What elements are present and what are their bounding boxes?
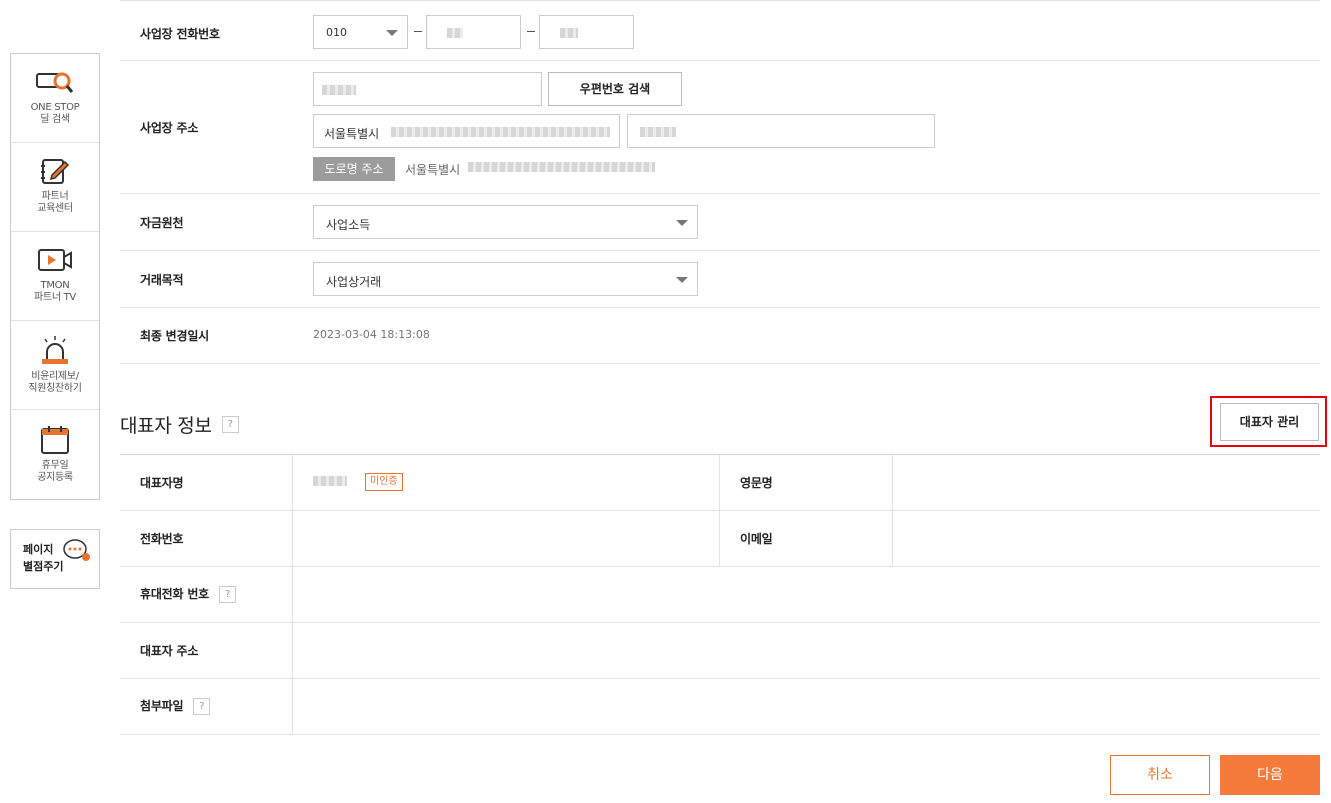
business-phone-label: 사업장 전화번호 [140,27,220,41]
representative-title-text: 대표자 정보 [120,415,212,437]
phone-middle-input[interactable] [426,15,521,49]
masked-value [322,85,356,95]
rep-phone-label: 전화번호 [140,532,184,546]
attachment-label-text: 첨부파일 [140,699,184,713]
phone-prefix-value: 010 [326,26,347,39]
trade-purpose-select[interactable]: 사업상거래 [313,262,698,296]
help-icon[interactable]: ? [193,698,211,715]
phone-separator [527,31,535,32]
chevron-down-icon [676,277,688,283]
quick-menu: ONE STOP 딜 검색 파트너 교육센터 TMON 파트너 TV 비윤리제보… [10,53,100,500]
quick-item-partner-tv[interactable]: TMON 파트너 TV [11,232,99,321]
address-city-text: 서울특별시 [324,127,380,141]
cancel-button[interactable]: 취소 [1110,755,1210,795]
chat-bubble-icon [63,539,90,561]
unverified-badge: 미인증 [365,473,403,491]
fund-source-value: 사업소득 [326,218,371,232]
zipcode-input[interactable] [313,72,542,106]
page-rating-button[interactable]: 페이지 별점주기 [10,529,100,589]
address-line2-input[interactable] [627,114,935,148]
last-updated-value: 2023-03-04 18:13:08 [313,328,430,341]
phone-last-input[interactable] [539,15,634,49]
zipcode-search-button[interactable]: 우편번호 검색 [548,72,682,106]
quick-item-label: 파트너 교육센터 [37,191,73,214]
last-updated-label: 최종 변경일시 [140,329,210,343]
column-divider [892,455,893,567]
road-address-tag: 도로명 주소 [313,157,395,181]
help-icon[interactable]: ? [219,586,237,603]
phone-separator [414,31,422,32]
rep-phone-row: 전화번호 이메일 [120,511,1320,567]
quick-item-label: ONE STOP 딜 검색 [30,102,80,125]
column-divider [719,455,720,567]
edit-note-icon [41,159,70,184]
next-button[interactable]: 다음 [1220,755,1320,795]
road-address-city: 서울특별시 [405,163,461,177]
masked-value [560,28,578,38]
english-name-label: 영문명 [740,476,773,490]
masked-value [313,476,347,486]
quick-item-holiday[interactable]: 휴무일 공지등록 [11,410,99,499]
quick-item-partner-edu[interactable]: 파트너 교육센터 [11,143,99,232]
rep-mobile-row: 휴대전화 번호 ? [120,567,1320,623]
representative-manage-button[interactable]: 대표자 관리 [1220,403,1319,441]
quick-item-deal-search[interactable]: ONE STOP 딜 검색 [11,54,99,143]
business-phone-row: 사업장 전화번호 010 [120,0,1320,61]
video-play-icon [38,249,72,271]
quick-item-label: 휴무일 공지등록 [37,460,73,483]
last-updated-row: 최종 변경일시 [120,308,1320,364]
alarm-siren-icon [42,336,68,364]
trade-purpose-value: 사업상거래 [326,275,382,289]
trade-purpose-label: 거래목적 [140,273,184,287]
rep-address-row: 대표자 주소 [120,623,1320,679]
fund-source-row: 자금원천 사업소득 [120,194,1320,251]
calendar-icon [41,426,69,454]
chevron-down-icon [676,220,688,226]
rep-mobile-label: 휴대전화 번호 ? [140,585,237,603]
business-address-label: 사업장 주소 [140,121,199,135]
rep-name-label: 대표자명 [140,476,184,490]
masked-value [640,127,676,137]
attachment-label: 첨부파일 ? [140,697,211,715]
fund-source-select[interactable]: 사업소득 [313,205,698,239]
rep-address-label: 대표자 주소 [140,644,199,658]
masked-value [391,127,610,137]
rep-mobile-label-text: 휴대전화 번호 [140,587,210,601]
rep-email-label: 이메일 [740,532,773,546]
chevron-down-icon [386,30,398,36]
deal-search-icon [36,72,74,93]
fund-source-label: 자금원천 [140,216,184,230]
address-line1-input[interactable]: 서울특별시 [313,114,620,148]
quick-item-report[interactable]: 비윤리제보/ 직원칭찬하기 [11,321,99,410]
representative-section-title: 대표자 정보? [120,411,239,438]
phone-prefix-select[interactable]: 010 [313,15,408,49]
trade-purpose-row: 거래목적 사업상거래 [120,251,1320,308]
help-icon[interactable]: ? [221,416,239,433]
road-address-value: 서울특별시 [405,161,460,178]
attachment-row: 첨부파일 ? [120,679,1320,735]
rep-name-row: 대표자명 영문명 [120,455,1320,511]
quick-item-label: 비윤리제보/ 직원칭찬하기 [28,371,82,394]
masked-value [447,28,463,38]
quick-item-label: TMON 파트너 TV [34,280,76,303]
column-divider [292,455,293,735]
masked-value [468,162,655,172]
